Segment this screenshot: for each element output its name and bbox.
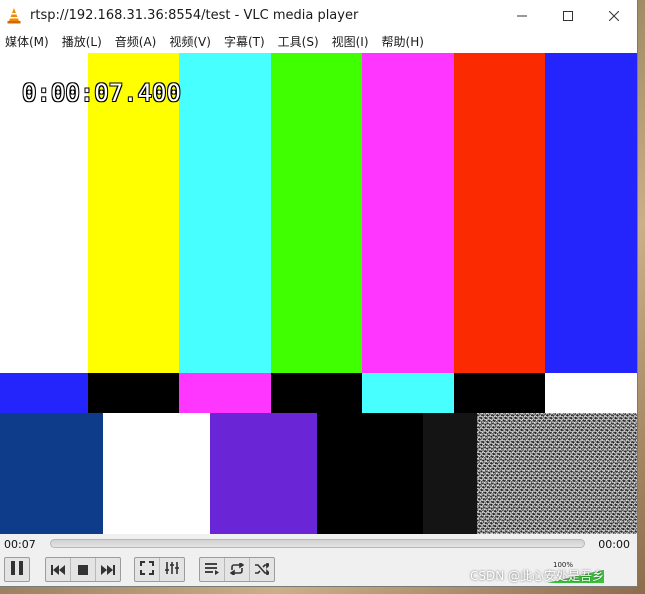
close-button[interactable] [591, 0, 637, 31]
maximize-icon [563, 6, 573, 25]
fullscreen-icon [140, 560, 154, 579]
loop-button[interactable] [225, 558, 250, 581]
top-bar-6 [454, 53, 545, 373]
title-bar[interactable]: rtsp://192.168.31.36:8554/test - VLC med… [0, 0, 637, 31]
elapsed-time[interactable]: 00:07 [4, 538, 36, 551]
menu-bar: 媒体(M) 播放(L) 音频(A) 视频(V) 字幕(T) 工具(S) 视图(I… [0, 31, 637, 53]
bottom-bar-4 [317, 413, 423, 534]
csdn-watermark: CSDN @此心安处是吾乡 [470, 569, 605, 583]
pause-icon [10, 560, 24, 580]
pause-button[interactable] [4, 557, 30, 582]
vlc-cone-icon [6, 7, 22, 24]
menu-media[interactable]: 媒体(M) [0, 31, 57, 53]
menu-playback[interactable]: 播放(L) [57, 31, 110, 53]
bottom-bar-5 [423, 413, 477, 534]
video-timestamp-overlay: 0:00:07.400 [22, 79, 181, 107]
top-bar-4 [271, 53, 362, 373]
top-bar-5 [362, 53, 454, 373]
previous-button[interactable] [46, 558, 71, 581]
view-group [134, 557, 185, 582]
window-title: rtsp://192.168.31.36:8554/test - VLC med… [30, 8, 359, 23]
stop-icon [78, 560, 88, 579]
middle-bar-7 [545, 373, 637, 413]
middle-bar-4 [271, 373, 362, 413]
close-icon [608, 6, 620, 25]
middle-bar-6 [454, 373, 545, 413]
menu-tools[interactable]: 工具(S) [273, 31, 327, 53]
menu-subtitle[interactable]: 字幕(T) [219, 31, 273, 53]
static-noise-block [477, 413, 637, 534]
previous-icon [51, 560, 65, 579]
playlist-icon [205, 560, 219, 579]
bottom-bar-1 [0, 413, 103, 534]
shuffle-icon [255, 560, 271, 579]
extended-settings-icon [165, 560, 179, 579]
top-bar-7 [545, 53, 637, 373]
next-button[interactable] [96, 558, 120, 581]
stop-button[interactable] [71, 558, 96, 581]
remaining-time[interactable]: 00:00 [598, 538, 630, 551]
loop-icon [229, 560, 245, 579]
playlist-button[interactable] [200, 558, 225, 581]
maximize-button[interactable] [545, 0, 591, 31]
next-icon [101, 560, 115, 579]
middle-bar-3 [179, 373, 271, 413]
playlist-group [199, 557, 275, 582]
video-output[interactable]: 0:00:07.400 [0, 53, 637, 534]
transport-group [45, 557, 121, 582]
minimize-button[interactable] [499, 0, 545, 31]
middle-bar-1 [0, 373, 88, 413]
bottom-bar-3 [210, 413, 317, 534]
menu-help[interactable]: 帮助(H) [377, 31, 432, 53]
shuffle-button[interactable] [250, 558, 274, 581]
fullscreen-button[interactable] [135, 558, 160, 581]
menu-audio[interactable]: 音频(A) [110, 31, 165, 53]
seek-bar[interactable] [50, 539, 585, 548]
top-bar-3 [179, 53, 271, 373]
bottom-bar-2 [103, 413, 210, 534]
extended-settings-button[interactable] [160, 558, 184, 581]
menu-video[interactable]: 视频(V) [164, 31, 219, 53]
vlc-window: rtsp://192.168.31.36:8554/test - VLC med… [0, 0, 637, 586]
middle-bar-2 [88, 373, 179, 413]
middle-bar-5 [362, 373, 454, 413]
menu-view[interactable]: 视图(I) [327, 31, 377, 53]
minimize-icon [517, 6, 527, 25]
